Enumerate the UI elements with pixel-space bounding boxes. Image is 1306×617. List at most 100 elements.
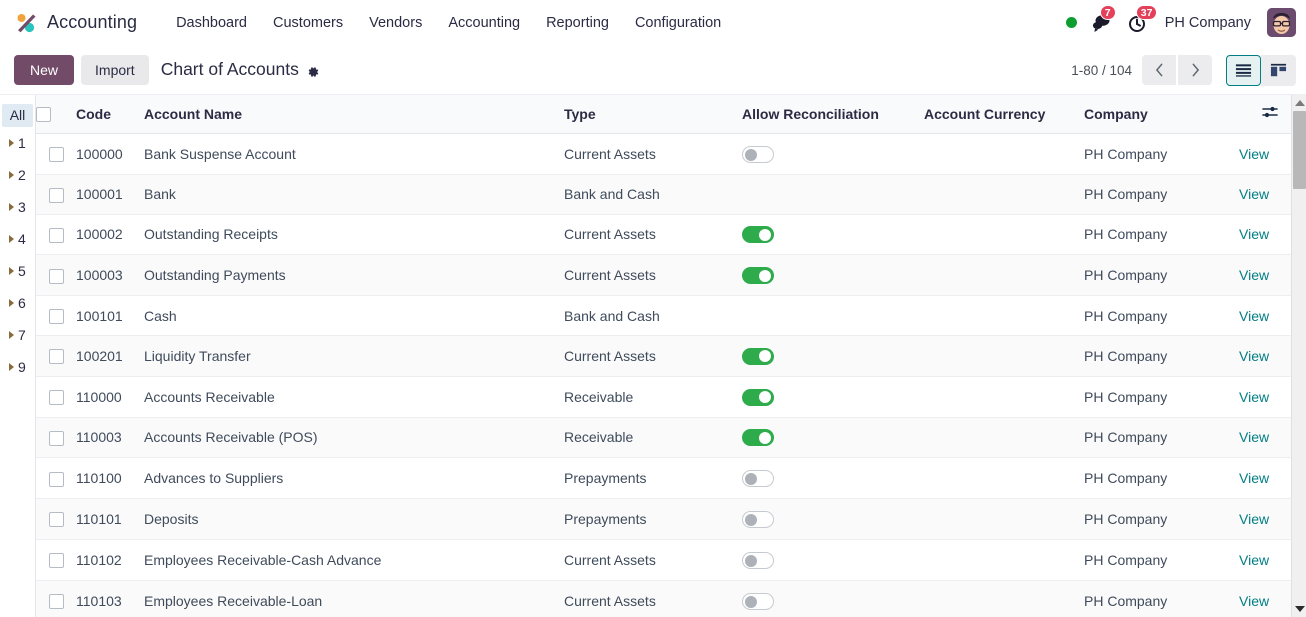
row-checkbox[interactable]	[48, 268, 64, 284]
menu-item-reporting[interactable]: Reporting	[533, 9, 622, 37]
column-header-company[interactable]: Company	[1084, 95, 1239, 134]
allow-reconciliation-toggle[interactable]	[742, 470, 774, 488]
expand-caret-icon[interactable]	[9, 171, 14, 179]
table-row[interactable]: 110103 Employees Receivable-Loan Current A…	[36, 580, 1292, 617]
kanban-view-button[interactable]	[1261, 54, 1296, 86]
column-header-account-currency[interactable]: Account Currency	[924, 95, 1084, 134]
expand-caret-icon[interactable]	[9, 363, 14, 371]
sidebar-item-4[interactable]: 4	[0, 223, 35, 255]
table-row[interactable]: 110101 Deposits Prepayments PH Company View	[36, 498, 1292, 540]
column-header-account-name[interactable]: Account Name	[144, 95, 564, 134]
view-link[interactable]: View	[1239, 226, 1269, 242]
row-checkbox[interactable]	[48, 147, 64, 163]
column-header-type[interactable]: Type	[564, 95, 742, 134]
view-link[interactable]: View	[1239, 511, 1269, 527]
menu-item-customers[interactable]: Customers	[260, 9, 356, 37]
optional-columns-icon[interactable]	[1262, 105, 1278, 122]
sidebar-item-5[interactable]: 5	[0, 255, 35, 287]
view-link[interactable]: View	[1239, 470, 1269, 486]
messages-icon[interactable]: 7	[1091, 4, 1116, 34]
sidebar-item-7[interactable]: 7	[0, 319, 35, 351]
view-link[interactable]: View	[1239, 146, 1269, 162]
view-link[interactable]: View	[1239, 429, 1269, 445]
sidebar-item-9[interactable]: 9	[0, 351, 35, 383]
allow-reconciliation-toggle[interactable]	[742, 510, 774, 528]
expand-caret-icon[interactable]	[9, 139, 14, 147]
expand-caret-icon[interactable]	[9, 267, 14, 275]
pager-counter[interactable]: 1-80 / 104	[1071, 63, 1132, 78]
cell-account-currency	[924, 498, 1084, 540]
scroll-down-arrow-icon[interactable]	[1295, 606, 1305, 612]
allow-reconciliation-toggle[interactable]	[742, 347, 774, 365]
allow-reconciliation-toggle[interactable]	[742, 429, 774, 447]
expand-caret-icon[interactable]	[9, 331, 14, 339]
user-avatar[interactable]	[1267, 8, 1296, 37]
expand-caret-icon[interactable]	[9, 235, 14, 243]
allow-reconciliation-toggle[interactable]	[742, 592, 774, 610]
row-checkbox[interactable]	[48, 512, 64, 528]
row-checkbox[interactable]	[48, 471, 64, 487]
expand-caret-icon[interactable]	[9, 203, 14, 211]
cell-type: Receivable	[564, 417, 742, 459]
allow-reconciliation-toggle[interactable]	[742, 267, 774, 285]
sidebar-item-6[interactable]: 6	[0, 287, 35, 319]
expand-caret-icon[interactable]	[9, 299, 14, 307]
table-row[interactable]: 100101 Cash Bank and Cash PH Company View	[36, 295, 1292, 336]
scrollbar-thumb[interactable]	[1293, 111, 1306, 189]
pager-previous-button[interactable]	[1142, 55, 1176, 85]
list-view-button[interactable]	[1226, 54, 1261, 86]
table-row[interactable]: 100001 Bank Bank and Cash PH Company View	[36, 174, 1292, 215]
scroll-up-arrow-icon[interactable]	[1295, 100, 1305, 106]
row-checkbox[interactable]	[48, 430, 64, 446]
sidebar-item-3[interactable]: 3	[0, 191, 35, 223]
allow-reconciliation-toggle[interactable]	[742, 226, 774, 244]
menu-item-accounting[interactable]: Accounting	[435, 9, 533, 37]
table-row[interactable]: 100000 Bank Suspense Account Current Asset…	[36, 133, 1292, 175]
row-select-cell	[36, 417, 76, 459]
table-row[interactable]: 110102 Employees Receivable-Cash Advance C…	[36, 539, 1292, 581]
row-checkbox[interactable]	[48, 308, 64, 324]
row-checkbox[interactable]	[48, 594, 64, 610]
pager-next-button[interactable]	[1178, 55, 1212, 85]
sidebar-item-2[interactable]: 2	[0, 159, 35, 191]
sidebar-item-all[interactable]: All	[2, 104, 33, 127]
menu-item-configuration[interactable]: Configuration	[622, 9, 734, 37]
activities-clock-icon[interactable]: 37	[1127, 4, 1158, 34]
column-header-code[interactable]: Code	[76, 95, 144, 134]
sidebar-item-1[interactable]: 1	[0, 127, 35, 159]
cell-account-name: Cash	[144, 295, 564, 336]
gear-icon[interactable]	[306, 63, 320, 77]
cell-action: View	[1239, 580, 1292, 617]
view-link[interactable]: View	[1239, 348, 1269, 364]
column-header-allow-reconciliation[interactable]: Allow Reconciliation	[742, 95, 924, 134]
view-link[interactable]: View	[1239, 186, 1269, 202]
allow-reconciliation-toggle[interactable]	[742, 388, 774, 406]
vertical-scrollbar[interactable]	[1291, 95, 1306, 617]
row-checkbox[interactable]	[48, 349, 64, 365]
view-link[interactable]: View	[1239, 593, 1269, 609]
row-checkbox[interactable]	[48, 553, 64, 569]
menu-item-dashboard[interactable]: Dashboard	[163, 9, 260, 37]
view-link[interactable]: View	[1239, 552, 1269, 568]
table-row[interactable]: 110003 Accounts Receivable (POS) Receivabl…	[36, 417, 1292, 459]
view-link[interactable]: View	[1239, 267, 1269, 283]
menu-item-vendors[interactable]: Vendors	[356, 9, 435, 37]
table-row[interactable]: 100201 Liquidity Transfer Current Assets PH…	[36, 335, 1292, 377]
company-switcher[interactable]: PH Company	[1163, 15, 1253, 31]
row-checkbox[interactable]	[48, 187, 64, 203]
view-link[interactable]: View	[1239, 389, 1269, 405]
row-checkbox[interactable]	[48, 227, 64, 243]
table-row[interactable]: 100002 Outstanding Receipts Current Assets…	[36, 214, 1292, 256]
cell-account-currency	[924, 539, 1084, 581]
row-checkbox[interactable]	[48, 390, 64, 406]
select-all-checkbox[interactable]	[36, 106, 51, 122]
allow-reconciliation-toggle[interactable]	[742, 551, 774, 569]
table-row[interactable]: 100003 Outstanding Payments Current Assets…	[36, 254, 1292, 297]
import-button[interactable]: Import	[81, 54, 149, 85]
allow-reconciliation-toggle[interactable]	[742, 145, 774, 163]
new-button[interactable]: New	[14, 54, 75, 85]
table-row[interactable]: 110100 Advances to Suppliers Prepayments PH…	[36, 457, 1292, 500]
view-link[interactable]: View	[1239, 308, 1269, 324]
brand[interactable]: Accounting	[14, 11, 137, 35]
table-row[interactable]: 110000 Accounts Receivable Receivable PH Co…	[36, 376, 1292, 418]
